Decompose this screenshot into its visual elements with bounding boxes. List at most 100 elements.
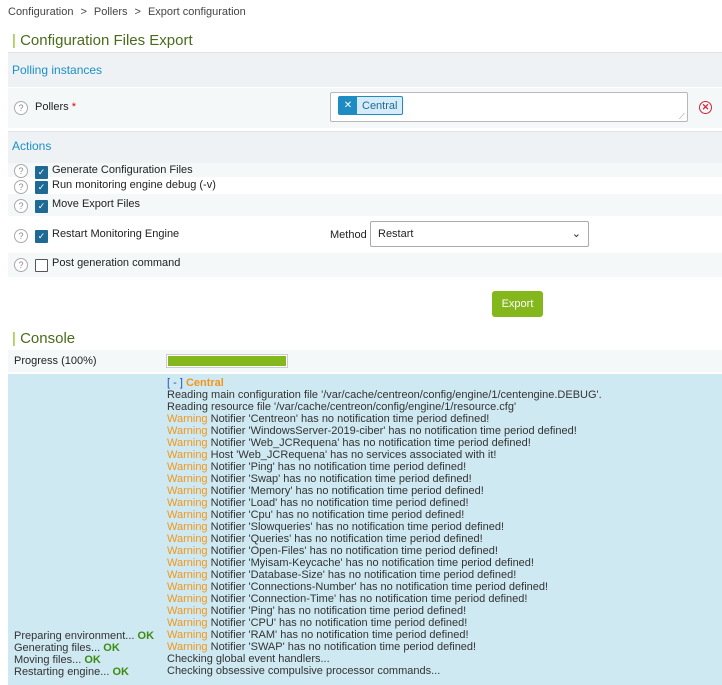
step-label: Moving files... bbox=[14, 654, 82, 666]
console-log: [ - ] Central Reading main configuration… bbox=[167, 377, 602, 677]
console-line: Warning Notifier 'Ping' has no notificat… bbox=[167, 461, 602, 473]
step-status: OK bbox=[112, 666, 129, 678]
console-line: Reading resource file '/var/cache/centre… bbox=[167, 401, 602, 413]
console-line-text: Notifier 'Open-Files' has no notificatio… bbox=[207, 545, 498, 557]
console-line-text: Notifier 'Memory' has no notification ti… bbox=[207, 485, 484, 497]
step-line: Generating files... OK bbox=[14, 642, 154, 654]
progress-prefix: Progress ( bbox=[14, 355, 65, 367]
help-icon[interactable]: ? bbox=[14, 199, 28, 213]
console-line: Warning Notifier 'Memory' has no notific… bbox=[167, 485, 602, 497]
debug-label: Run monitoring engine debug (-v) bbox=[52, 179, 216, 191]
console-line-text: Notifier 'Centreon' has no notification … bbox=[207, 413, 490, 425]
console-header: [ - ] Central bbox=[167, 377, 602, 389]
progress-value: 100% bbox=[64, 355, 93, 367]
move-files-label: Move Export Files bbox=[52, 198, 141, 210]
warning-label: Warning bbox=[167, 449, 208, 461]
warning-label: Warning bbox=[167, 473, 208, 485]
breadcrumb-separator: > bbox=[134, 6, 141, 18]
console-line: Warning Notifier 'Ping' has no notificat… bbox=[167, 605, 602, 617]
step-line: Restarting engine... OK bbox=[14, 666, 154, 678]
console-line: Warning Notifier 'Connection-Time' has n… bbox=[167, 593, 602, 605]
move-files-checkbox[interactable]: ✓ bbox=[35, 200, 48, 213]
help-icon[interactable]: ? bbox=[14, 164, 28, 178]
progress-suffix: ) bbox=[92, 355, 97, 367]
help-icon[interactable]: ? bbox=[14, 180, 28, 194]
breadcrumb-pollers[interactable]: Pollers bbox=[94, 6, 128, 18]
console-line: Warning Notifier 'Myisam-Keycache' has n… bbox=[167, 557, 602, 569]
page-title: | Configuration Files Export bbox=[12, 32, 193, 49]
console-line: Warning Notifier 'Centreon' has no notif… bbox=[167, 413, 602, 425]
console-line-text: Notifier 'Ping' has no notification time… bbox=[207, 605, 467, 617]
console-line: Checking global event handlers... bbox=[167, 653, 602, 665]
breadcrumb-export-configuration[interactable]: Export configuration bbox=[148, 6, 246, 18]
export-button[interactable]: Export bbox=[492, 291, 543, 317]
console-line-text: Host 'Web_JCRequena' has no services ass… bbox=[207, 449, 497, 461]
console-line-text: Notifier 'Swap' has no notification time… bbox=[207, 473, 472, 485]
console-line-text: Notifier 'Database-Size' has no notifica… bbox=[207, 569, 517, 581]
console-line-text: Notifier 'Slowqueries' has no notificati… bbox=[207, 521, 505, 533]
warning-label: Warning bbox=[167, 425, 208, 437]
console-line: Warning Host 'Web_JCRequena' has no serv… bbox=[167, 449, 602, 461]
post-command-checkbox[interactable] bbox=[35, 259, 48, 272]
console-line: Warning Notifier 'Web_JCRequena' has no … bbox=[167, 437, 602, 449]
help-icon[interactable]: ? bbox=[14, 229, 28, 243]
generate-files-checkbox[interactable]: ✓ bbox=[35, 166, 48, 179]
console-poller-name: Central bbox=[185, 377, 224, 389]
resize-handle-icon[interactable]: ⟋ bbox=[679, 112, 685, 122]
warning-label: Warning bbox=[167, 593, 208, 605]
method-select-value: Restart bbox=[378, 228, 414, 240]
method-select[interactable]: Restart ⌄ bbox=[370, 221, 589, 247]
page-title-text: Configuration Files Export bbox=[20, 32, 193, 49]
help-icon[interactable]: ? bbox=[14, 101, 28, 115]
title-bar: | bbox=[12, 32, 16, 49]
step-line: Moving files... OK bbox=[14, 654, 154, 666]
console-line-text: Notifier 'Ping' has no notification time… bbox=[207, 461, 467, 473]
warning-label: Warning bbox=[167, 641, 208, 653]
console-line-text: Notifier 'CPU' has no notification time … bbox=[207, 617, 468, 629]
restart-engine-label: Restart Monitoring Engine bbox=[52, 228, 180, 240]
console-line-text: Notifier 'Cpu' has no notification time … bbox=[207, 509, 465, 521]
warning-label: Warning bbox=[167, 569, 208, 581]
console-line: Warning Notifier 'WindowsServer-2019-cib… bbox=[167, 425, 602, 437]
required-marker: * bbox=[71, 101, 76, 113]
step-status: OK bbox=[137, 630, 155, 642]
debug-checkbox[interactable]: ✓ bbox=[35, 181, 48, 194]
console-line-text: Notifier 'Myisam-Keycache' has no notifi… bbox=[207, 557, 534, 569]
console-line-text: Notifier 'RAM' has no notification time … bbox=[207, 629, 469, 641]
polling-instances-label: Polling instances bbox=[12, 63, 103, 77]
pollers-label: Pollers * bbox=[35, 101, 76, 113]
breadcrumb-configuration[interactable]: Configuration bbox=[8, 6, 73, 18]
help-icon[interactable]: ? bbox=[14, 258, 28, 272]
console-line-text: Notifier 'Load' has no notification time… bbox=[207, 497, 469, 509]
step-status: OK bbox=[84, 654, 101, 666]
console-line: Warning Notifier 'RAM' has no notificati… bbox=[167, 629, 602, 641]
warning-label: Warning bbox=[167, 521, 208, 533]
warning-label: Warning bbox=[167, 509, 208, 521]
actions-header bbox=[8, 131, 722, 163]
step-status: OK bbox=[103, 642, 120, 654]
pollers-label-text: Pollers bbox=[35, 101, 69, 113]
polling-instances-header bbox=[8, 52, 722, 87]
console-line: Reading main configuration file '/var/ca… bbox=[167, 389, 602, 401]
collapse-toggle[interactable]: [ - ] bbox=[167, 377, 183, 389]
console-line: Warning Notifier 'SWAP' has no notificat… bbox=[167, 641, 602, 653]
step-label: Restarting engine... bbox=[14, 666, 110, 678]
console-line-text: Notifier 'Queries' has no notification t… bbox=[207, 533, 483, 545]
actions-label: Actions bbox=[12, 139, 52, 153]
warning-label: Warning bbox=[167, 617, 208, 629]
console-line-text: Notifier 'WindowsServer-2019-ciber' has … bbox=[207, 425, 577, 437]
breadcrumb-separator: > bbox=[80, 6, 87, 18]
poller-tag-label: Central bbox=[362, 99, 398, 112]
remove-tag-icon[interactable]: ✕ bbox=[339, 97, 357, 114]
restart-engine-checkbox[interactable]: ✓ bbox=[35, 230, 48, 243]
console-line: Warning Notifier 'Database-Size' has no … bbox=[167, 569, 602, 581]
console-line-text: Checking global event handlers... bbox=[167, 653, 330, 665]
warning-label: Warning bbox=[167, 605, 208, 617]
chevron-down-icon: ⌄ bbox=[571, 228, 581, 240]
console-line: Checking obsessive compulsive processor … bbox=[167, 665, 602, 677]
console-line-text: Notifier 'SWAP' has no notification time… bbox=[207, 641, 477, 653]
warning-label: Warning bbox=[167, 461, 208, 473]
clear-selection-icon[interactable]: ✕ bbox=[699, 101, 712, 114]
console-line-text: Notifier 'Connection-Time' has no notifi… bbox=[207, 593, 528, 605]
console-line-text: Notifier 'Web_JCRequena' has no notifica… bbox=[207, 437, 531, 449]
